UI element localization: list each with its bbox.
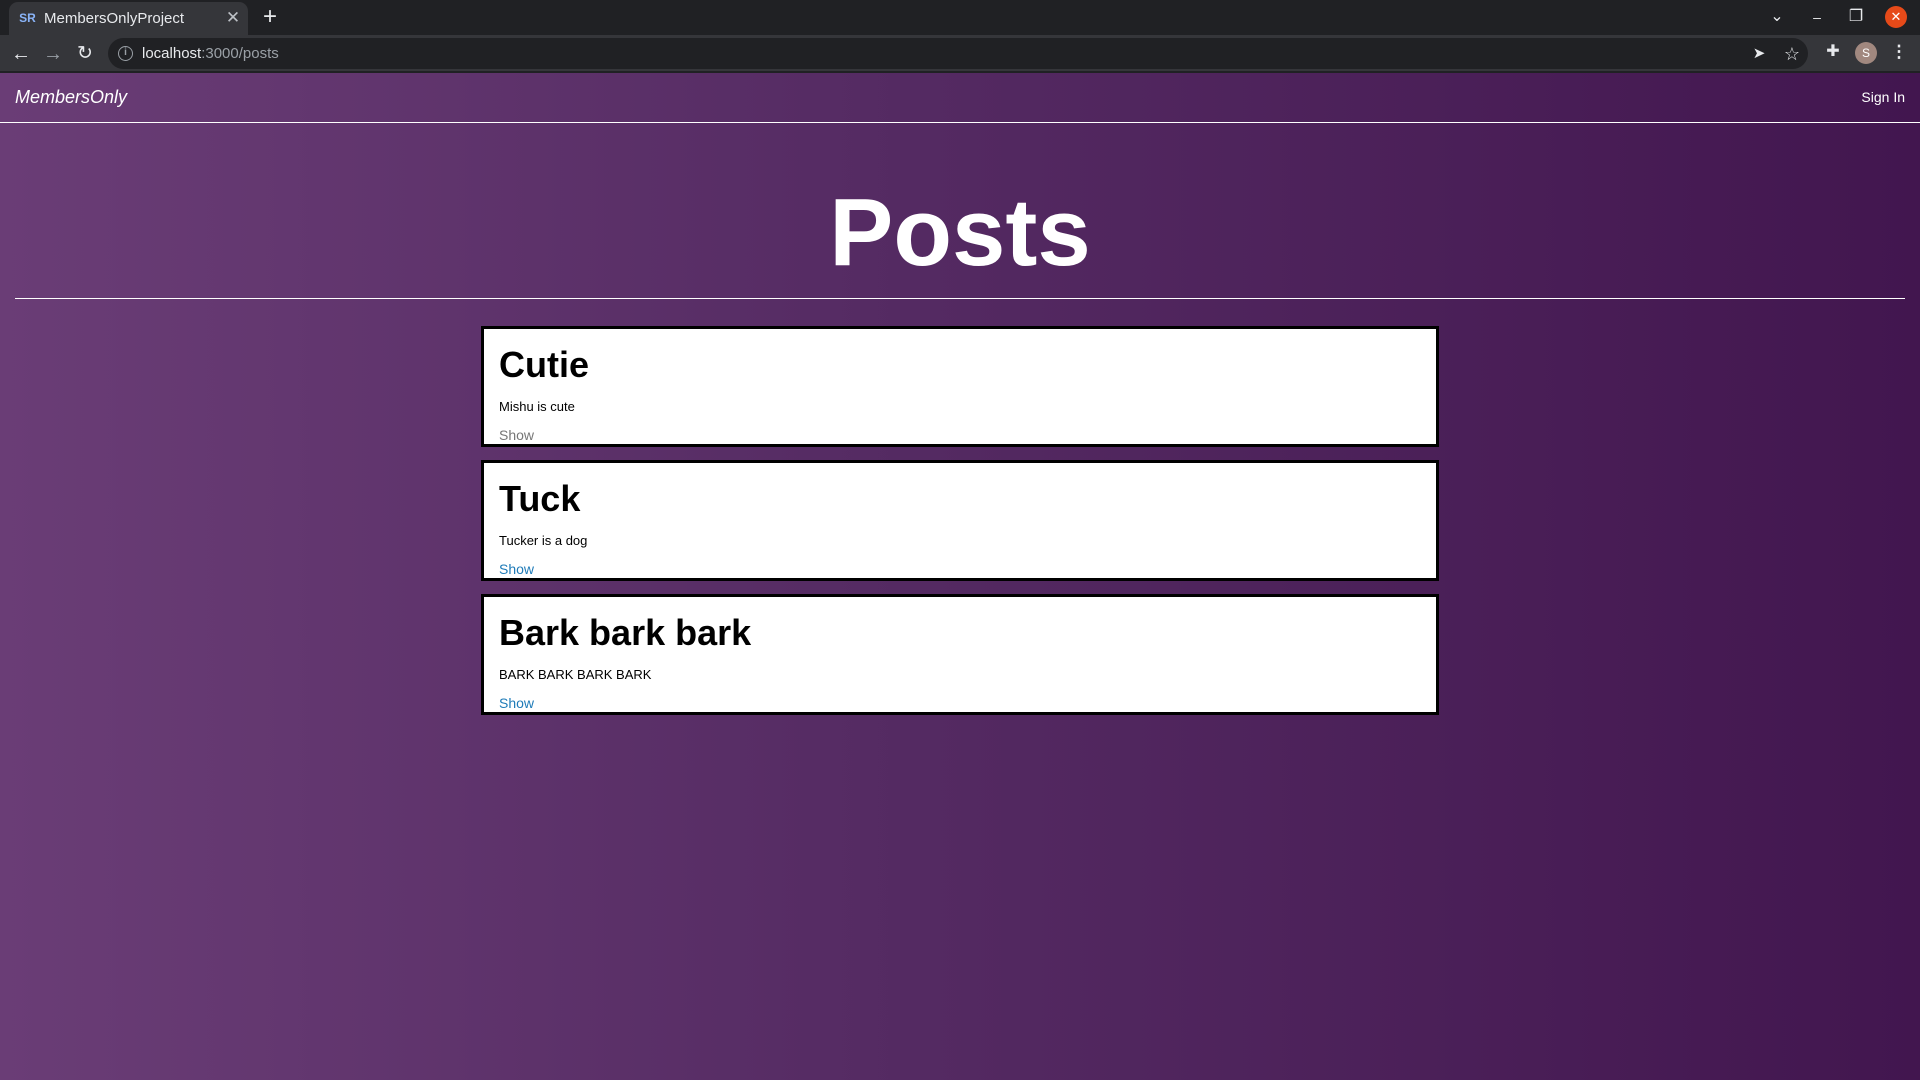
post-card: Cutie Mishu is cute Show xyxy=(481,326,1439,447)
minimize-window-icon[interactable]: – xyxy=(1806,6,1828,28)
new-tab-icon[interactable]: + xyxy=(258,4,282,30)
reload-icon[interactable]: ↻ xyxy=(72,41,98,67)
bookmark-star-icon[interactable]: ☆ xyxy=(1781,43,1803,65)
post-body: Mishu is cute xyxy=(499,399,575,414)
post-title: Tuck xyxy=(499,478,581,519)
browser-menu-icon[interactable]: ⋮ xyxy=(1888,41,1910,63)
brand-link[interactable]: MembersOnly xyxy=(15,87,127,108)
site-navbar: MembersOnly Sign In xyxy=(0,73,1920,123)
extensions-puzzle-icon[interactable]: ✚ xyxy=(1822,41,1844,63)
browser-toolbar: ← → ↻ i localhost:3000/posts ➤ ☆ xyxy=(0,35,1920,72)
post-card: Bark bark bark BARK BARK BARK BARK Show xyxy=(481,594,1439,715)
url-path: :3000/posts xyxy=(201,45,279,62)
posts-list: Cutie Mishu is cute Show Tuck Tucker is … xyxy=(481,326,1439,728)
address-bar[interactable]: i localhost:3000/posts ➤ ☆ xyxy=(108,38,1808,69)
site-info-icon[interactable]: i xyxy=(118,46,133,61)
post-show-link[interactable]: Show xyxy=(499,427,534,443)
send-to-device-icon[interactable]: ➤ xyxy=(1748,43,1770,65)
url-host: localhost xyxy=(142,45,202,62)
post-body: BARK BARK BARK BARK xyxy=(499,667,652,682)
browser-tab-strip: SR MembersOnlyProject ✕ + ⌄ – ❐ ✕ xyxy=(0,0,1920,35)
tab-search-chevron-icon[interactable]: ⌄ xyxy=(1766,6,1788,28)
post-show-link[interactable]: Show xyxy=(499,561,534,577)
post-title: Bark bark bark xyxy=(499,612,752,653)
tab-favicon-icon: SR xyxy=(19,11,36,25)
close-window-icon[interactable]: ✕ xyxy=(1885,6,1907,28)
restore-window-icon[interactable]: ❐ xyxy=(1845,6,1867,28)
post-title: Cutie xyxy=(499,344,589,385)
post-card: Tuck Tucker is a dog Show xyxy=(481,460,1439,581)
back-arrow-icon[interactable]: ← xyxy=(8,41,34,67)
tab-title: MembersOnlyProject xyxy=(44,10,185,27)
browser-tab[interactable]: SR MembersOnlyProject ✕ xyxy=(9,2,248,35)
post-show-link[interactable]: Show xyxy=(499,695,534,711)
post-body: Tucker is a dog xyxy=(499,533,588,548)
profile-avatar[interactable]: S xyxy=(1855,42,1877,64)
address-bar-url[interactable]: localhost:3000/posts xyxy=(142,45,279,62)
page-viewport: MembersOnly Sign In Posts Cutie Mishu is… xyxy=(0,73,1920,1080)
sign-in-link[interactable]: Sign In xyxy=(1861,89,1905,105)
title-divider xyxy=(15,298,1905,299)
forward-arrow-icon[interactable]: → xyxy=(40,41,66,67)
page-title: Posts xyxy=(829,179,1091,286)
tab-close-icon[interactable]: ✕ xyxy=(223,8,243,28)
